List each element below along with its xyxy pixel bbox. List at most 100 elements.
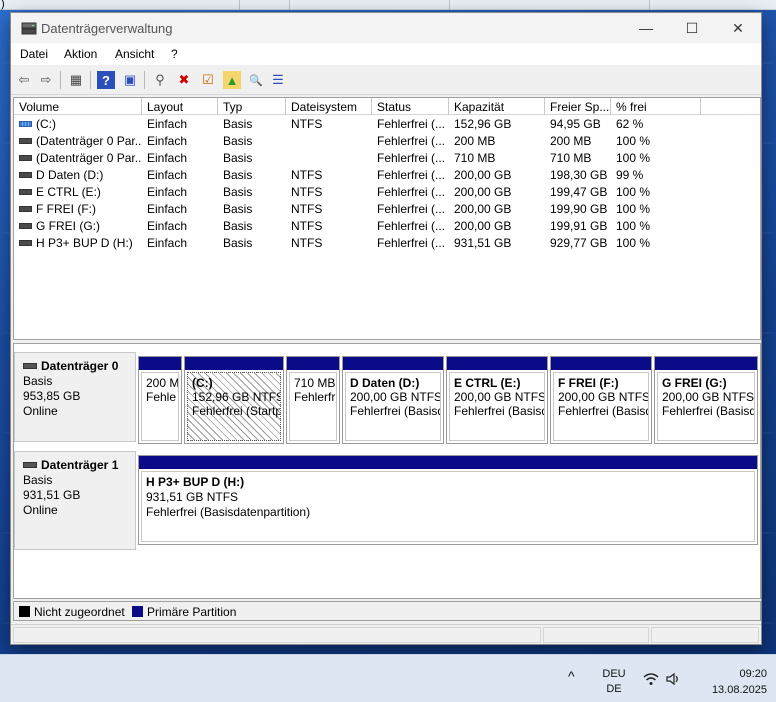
- column-dateisystem[interactable]: Dateisystem: [286, 98, 372, 115]
- cell-prozent-frei: 99 %: [616, 168, 644, 182]
- legend-primary: Primäre Partition: [147, 605, 237, 619]
- volume-name: (Datenträger 0 Par...: [36, 134, 142, 148]
- drive-icon: [19, 222, 32, 229]
- cell-typ: Basis: [223, 236, 253, 250]
- menu-aktion[interactable]: Aktion: [64, 47, 97, 61]
- disk-0-label[interactable]: Datenträger 0 Basis 953,85 GB Online: [14, 352, 136, 442]
- column-prozent-frei[interactable]: % frei: [611, 98, 701, 115]
- disk-0-partition-c[interactable]: (C:) 152,96 GB NTFS Fehlerfrei (Startp: [184, 356, 284, 444]
- disk-0-partition-d[interactable]: D Daten (D:) 200,00 GB NTFS Fehlerfrei (…: [342, 356, 444, 444]
- volume-row[interactable]: F FREI (F:) Einfach Basis NTFS Fehlerfrei (.…: [14, 201, 760, 218]
- volume-row[interactable]: (C:) Einfach Basis NTFS Fehlerfrei (... 152,9…: [14, 116, 760, 133]
- partition-size: 200,00 GB NTFS: [558, 390, 649, 404]
- background-segment: [70, 0, 240, 10]
- cell-dateisystem: NTFS: [291, 219, 323, 233]
- cell-typ: Basis: [223, 151, 253, 165]
- properties-icon[interactable]: ▣: [121, 71, 139, 89]
- partition-size: 200 M: [146, 376, 179, 390]
- legend-swatch-primary: [132, 606, 143, 617]
- partition-body: D Daten (D:) 200,00 GB NTFS Fehlerfrei (…: [345, 372, 441, 441]
- volume-row[interactable]: (Datenträger 0 Par... Einfach Basis Fehlerf…: [14, 150, 760, 167]
- primary-partition-bar: [655, 357, 757, 370]
- check-icon[interactable]: ☑: [199, 71, 217, 89]
- disk-0-partition-e[interactable]: E CTRL (E:) 200,00 GB NTFS Fehlerfrei (B…: [446, 356, 548, 444]
- partition-status: Fehlerfrei (Basisda: [662, 404, 755, 418]
- partition-status: Fehlerfrei (Basisd: [350, 404, 441, 418]
- cell-kapazitaet: 152,96 GB: [454, 117, 512, 131]
- volume-row[interactable]: D Daten (D:) Einfach Basis NTFS Fehlerfrei (…: [14, 167, 760, 184]
- volume-row[interactable]: G FREI (G:) Einfach Basis NTFS Fehlerfrei (.…: [14, 218, 760, 235]
- background-segment: [290, 0, 450, 10]
- column-freier-speicher[interactable]: Freier Sp...: [545, 98, 611, 115]
- cell-layout: Einfach: [147, 202, 188, 216]
- delete-icon[interactable]: ✖: [175, 71, 193, 89]
- disk-1-label[interactable]: Datenträger 1 Basis 931,51 GB Online: [14, 451, 136, 550]
- help-icon[interactable]: ?: [97, 71, 115, 89]
- cell-layout: Einfach: [147, 236, 188, 250]
- explore-icon[interactable]: 🔍: [247, 71, 265, 89]
- partition-body: F FREI (F:) 200,00 GB NTFS Fehlerfrei (B…: [553, 372, 649, 441]
- status-segment: [13, 627, 541, 643]
- show-hidden-icons-chevron[interactable]: ^: [568, 668, 575, 684]
- volume-row[interactable]: E CTRL (E:) Einfach Basis NTFS Fehlerfrei (.…: [14, 184, 760, 201]
- wifi-icon[interactable]: [643, 672, 659, 686]
- forward-arrow-icon[interactable]: ⇨: [37, 71, 55, 89]
- menu-datei[interactable]: Datei: [20, 47, 48, 61]
- volume-list-header: Volume Layout Typ Dateisystem Status Kap…: [14, 98, 760, 115]
- disk-0-partition-1[interactable]: 200 M Fehle: [138, 356, 182, 444]
- partition-body-selected: (C:) 152,96 GB NTFS Fehlerfrei (Startp: [187, 372, 281, 441]
- cell-freier-speicher: 198,30 GB: [550, 168, 608, 182]
- cell-freier-speicher: 929,77 GB: [550, 236, 608, 250]
- partition-body: 200 M Fehle: [141, 372, 179, 441]
- partition-status: Fehlerfrei (Startp: [192, 404, 281, 418]
- drive-icon: [19, 154, 32, 161]
- disk-0-partition-g[interactable]: G FREI (G:) 200,00 GB NTFS Fehlerfrei (B…: [654, 356, 758, 444]
- system-drive-icon: [19, 120, 32, 127]
- cell-volume: G FREI (G:): [14, 219, 142, 233]
- open-icon[interactable]: ▲: [223, 71, 241, 89]
- volume-name: E CTRL (E:): [36, 185, 101, 199]
- close-button[interactable]: ✕: [715, 13, 761, 43]
- menu-help[interactable]: ?: [171, 47, 178, 61]
- console-tree-icon[interactable]: ▦: [67, 71, 85, 89]
- disk-1-partition-h[interactable]: H P3+ BUP D (H:) 931,51 GB NTFS Fehlerfr…: [138, 455, 758, 545]
- column-volume[interactable]: Volume: [14, 98, 142, 115]
- partition-size: 152,96 GB NTFS: [192, 390, 281, 404]
- disk-0-name: Datenträger 0: [41, 359, 119, 373]
- disk-1-title: Datenträger 1: [23, 458, 135, 472]
- partition-body: G FREI (G:) 200,00 GB NTFS Fehlerfrei (B…: [657, 372, 755, 441]
- window-title: Datenträgerverwaltung: [41, 21, 173, 36]
- connect-drive-icon[interactable]: ⚲: [151, 71, 169, 89]
- disk-0-partition-3[interactable]: 710 MB Fehlerfr: [286, 356, 340, 444]
- partition-status: Fehlerfrei (Basisd: [454, 404, 545, 418]
- cell-volume: H P3+ BUP D (H:): [14, 236, 142, 250]
- clock[interactable]: 09:20 13.08.2025: [693, 666, 767, 698]
- maximize-button[interactable]: ☐: [669, 13, 715, 43]
- clock-date: 13.08.2025: [711, 684, 767, 696]
- back-arrow-icon[interactable]: ⇦: [15, 71, 33, 89]
- volume-row[interactable]: H P3+ BUP D (H:) Einfach Basis NTFS Fehlerfr…: [14, 235, 760, 252]
- menu-ansicht[interactable]: Ansicht: [115, 47, 154, 61]
- disk-icon: [23, 462, 37, 468]
- column-layout[interactable]: Layout: [142, 98, 218, 115]
- volume-name: D Daten (D:): [36, 168, 104, 182]
- title-bar[interactable]: Datenträgerverwaltung — ☐ ✕: [11, 13, 761, 43]
- settings-list-icon[interactable]: ☰: [269, 71, 287, 89]
- input-language[interactable]: DEU DE: [598, 667, 630, 697]
- cell-status: Fehlerfrei (...: [377, 185, 446, 199]
- drive-icon: [19, 171, 32, 178]
- disk-0-partition-f[interactable]: F FREI (F:) 200,00 GB NTFS Fehlerfrei (B…: [550, 356, 652, 444]
- column-status[interactable]: Status: [372, 98, 449, 115]
- volume-row[interactable]: (Datenträger 0 Par... Einfach Basis Fehlerf…: [14, 133, 760, 150]
- volume-name: F FREI (F:): [36, 202, 96, 216]
- drive-icon: [19, 137, 32, 144]
- minimize-button[interactable]: —: [623, 13, 669, 43]
- column-typ[interactable]: Typ: [218, 98, 286, 115]
- column-kapazitaet[interactable]: Kapazität: [449, 98, 545, 115]
- clock-time: 09:20: [739, 668, 767, 680]
- partition-size: 931,51 GB NTFS: [146, 490, 239, 504]
- toolbar-separator: [144, 71, 145, 89]
- primary-partition-bar: [185, 357, 283, 370]
- volume-icon[interactable]: [666, 672, 682, 686]
- disk-1-size: 931,51 GB: [23, 488, 81, 502]
